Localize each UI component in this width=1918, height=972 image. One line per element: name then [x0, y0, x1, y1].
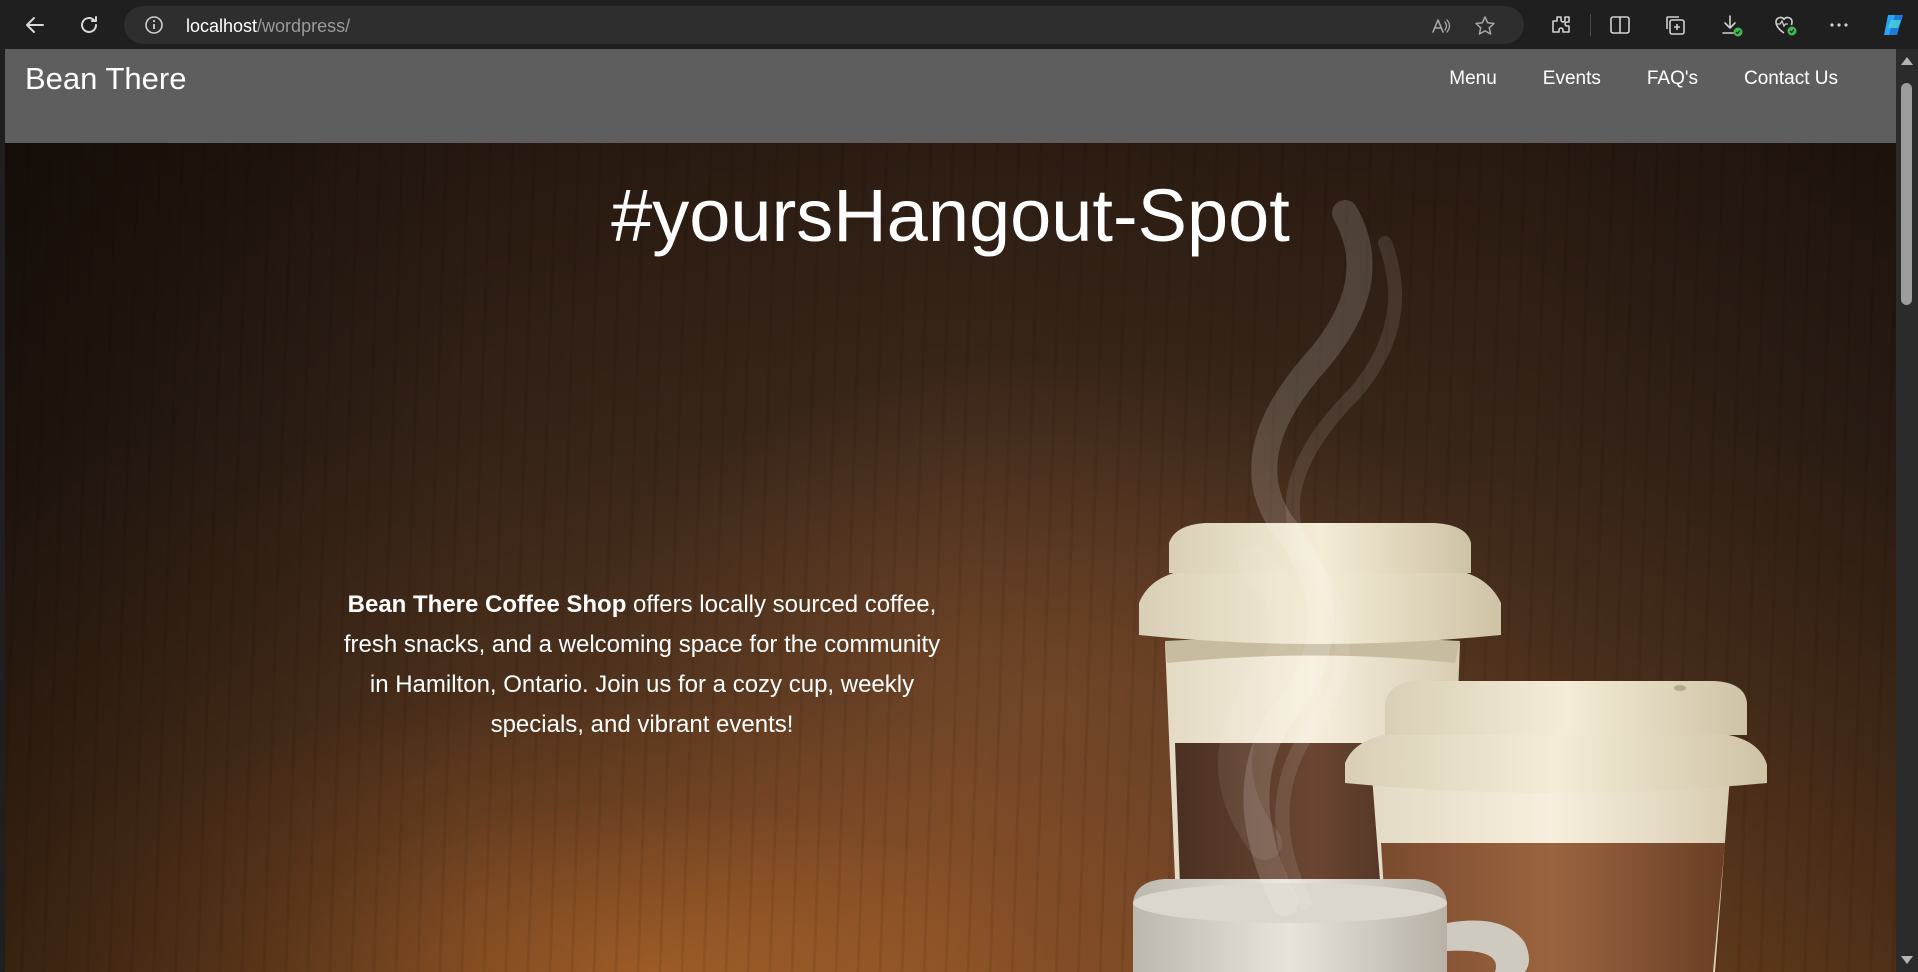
page-scrollbar[interactable]: [1896, 49, 1918, 972]
scroll-down-arrow-icon[interactable]: [1901, 956, 1913, 964]
main-navigation: Menu Events FAQ's Contact Us: [1449, 68, 1838, 90]
site-info-icon[interactable]: [144, 15, 164, 35]
extensions-icon[interactable]: [1548, 12, 1574, 38]
nav-item-events[interactable]: Events: [1543, 68, 1601, 90]
browser-toolbar: localhost/wordpress/: [0, 0, 1918, 49]
page-viewport: Bean There Menu Events FAQ's Contact Us: [5, 49, 1896, 972]
nav-item-menu[interactable]: Menu: [1449, 68, 1497, 90]
url-host: localhost: [186, 16, 258, 36]
scrollbar-thumb[interactable]: [1901, 83, 1912, 305]
coffee-cups-image: [1133, 200, 1767, 972]
nav-item-faqs[interactable]: FAQ's: [1647, 68, 1698, 90]
browser-essentials-icon[interactable]: [1772, 12, 1798, 38]
site-title[interactable]: Bean There: [25, 61, 186, 97]
address-bar[interactable]: localhost/wordpress/: [124, 6, 1524, 44]
hero-section: #yoursHangout-Spot Bean There Coffee Sho…: [5, 143, 1896, 972]
url-text[interactable]: localhost/wordpress/: [186, 16, 350, 37]
nav-item-contact-us[interactable]: Contact Us: [1744, 68, 1838, 90]
split-screen-icon[interactable]: [1607, 12, 1633, 38]
url-path: /wordpress/: [257, 16, 351, 36]
reload-icon[interactable]: [74, 10, 104, 40]
scroll-up-arrow-icon[interactable]: [1901, 57, 1913, 65]
collections-icon[interactable]: [1662, 12, 1688, 38]
more-options-icon[interactable]: [1826, 12, 1852, 38]
downloads-icon[interactable]: [1718, 12, 1744, 38]
hero-intro-bold: Bean There Coffee Shop: [347, 591, 627, 618]
favorite-star-icon[interactable]: [1474, 15, 1496, 37]
toolbar-divider: [1590, 14, 1591, 36]
back-icon[interactable]: [20, 10, 50, 40]
hero-intro-text: Bean There Coffee Shop offers locally so…: [339, 585, 945, 745]
site-header: Bean There Menu Events FAQ's Contact Us: [5, 49, 1896, 143]
hero-heading: #yoursHangout-Spot: [611, 174, 1290, 257]
read-aloud-icon[interactable]: [1430, 15, 1452, 37]
copilot-icon[interactable]: [1880, 12, 1906, 38]
